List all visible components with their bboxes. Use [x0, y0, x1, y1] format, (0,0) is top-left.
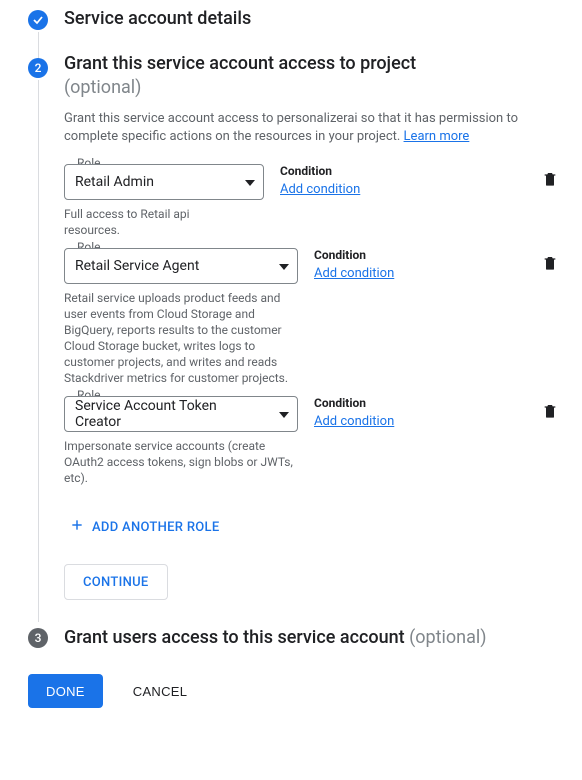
step-1: Service account details: [28, 8, 562, 52]
role-column: Role Service Account Token Creator Imper…: [64, 396, 298, 486]
role-column: Role Retail Service Agent Retail service…: [64, 248, 298, 386]
learn-more-link[interactable]: Learn more: [404, 129, 470, 144]
step-2: 2 Grant this service account access to p…: [28, 52, 562, 626]
condition-column: Condition Add condition: [280, 164, 522, 197]
role-helper-text: Impersonate service accounts (create OAu…: [64, 438, 294, 486]
connector-line: [38, 80, 39, 622]
role-select[interactable]: Retail Admin: [64, 164, 264, 200]
role-select-wrap: Role Service Account Token Creator: [64, 396, 298, 432]
step-3-title-text: Grant users access to this service accou…: [64, 627, 409, 648]
step-2-title: Grant this service account access to pro…: [64, 52, 562, 100]
role-helper-text: Retail service uploads product feeds and…: [64, 290, 294, 386]
condition-column: Condition Add condition: [314, 396, 522, 429]
role-select[interactable]: Retail Service Agent: [64, 248, 298, 284]
chevron-down-icon: [279, 258, 289, 274]
chevron-down-icon: [279, 406, 289, 422]
add-condition-link[interactable]: Add condition: [280, 182, 522, 197]
role-row: Role Service Account Token Creator Imper…: [64, 396, 562, 486]
role-row: Role Retail Service Agent Retail service…: [64, 248, 562, 386]
role-column: Role Retail Admin Full access to Retail …: [64, 164, 264, 238]
delete-column: [538, 164, 562, 192]
wizard-container: Service account details 2 Grant this ser…: [0, 0, 582, 728]
delete-column: [538, 396, 562, 424]
plus-icon: [70, 518, 84, 536]
step-1-check-icon: [28, 10, 48, 30]
condition-label: Condition: [314, 396, 522, 410]
step-2-body: Grant this service account access to per…: [64, 110, 562, 616]
role-select[interactable]: Service Account Token Creator: [64, 396, 298, 432]
role-helper-text: Full access to Retail api resources.: [64, 206, 244, 238]
role-select-wrap: Role Retail Service Agent: [64, 248, 298, 284]
role-select-value: Retail Service Agent: [75, 258, 199, 274]
add-role-label: ADD ANOTHER ROLE: [92, 520, 220, 535]
step-3-number-icon: 3: [28, 628, 48, 648]
footer-actions: DONE CANCEL: [28, 674, 562, 708]
role-select-value: Service Account Token Creator: [75, 398, 265, 430]
done-button[interactable]: DONE: [28, 674, 103, 708]
step-3-optional: (optional): [409, 627, 486, 648]
condition-column: Condition Add condition: [314, 248, 522, 281]
add-condition-link[interactable]: Add condition: [314, 266, 522, 281]
delete-icon[interactable]: [542, 402, 558, 424]
add-another-role-button[interactable]: ADD ANOTHER ROLE: [70, 518, 220, 536]
cancel-button[interactable]: CANCEL: [127, 683, 194, 700]
role-row: Role Retail Admin Full access to Retail …: [64, 164, 562, 238]
condition-label: Condition: [280, 164, 522, 178]
step-3-title[interactable]: Grant users access to this service accou…: [64, 626, 562, 650]
step-1-title[interactable]: Service account details: [64, 8, 562, 30]
add-condition-link[interactable]: Add condition: [314, 414, 522, 429]
delete-icon[interactable]: [542, 170, 558, 192]
step-2-title-text: Grant this service account access to pro…: [64, 53, 416, 74]
condition-label: Condition: [314, 248, 522, 262]
continue-button[interactable]: CONTINUE: [64, 564, 168, 600]
step-3: 3 Grant users access to this service acc…: [28, 626, 562, 650]
role-select-value: Retail Admin: [75, 174, 154, 190]
chevron-down-icon: [245, 174, 255, 190]
step-2-optional: (optional): [64, 77, 141, 98]
step-2-description: Grant this service account access to per…: [64, 110, 554, 146]
role-select-wrap: Role Retail Admin: [64, 164, 264, 200]
step-2-number-icon: 2: [28, 58, 48, 78]
delete-column: [538, 248, 562, 276]
delete-icon[interactable]: [542, 254, 558, 276]
